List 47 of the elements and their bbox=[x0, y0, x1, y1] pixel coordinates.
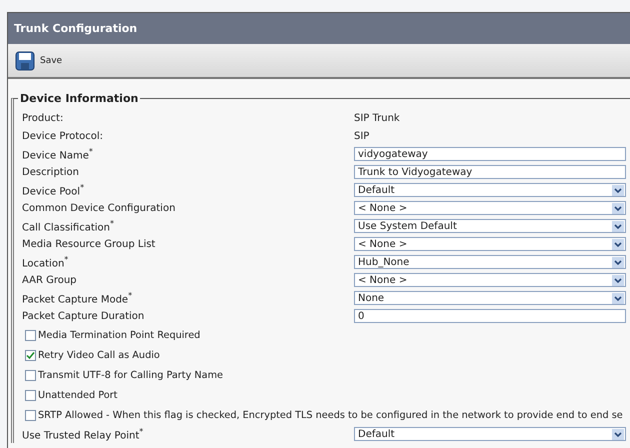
field-label: Location$^{*}$ bbox=[22, 254, 70, 270]
checkbox[interactable] bbox=[25, 370, 36, 380]
field-label: Description bbox=[22, 166, 80, 178]
checkbox[interactable] bbox=[25, 330, 36, 340]
field-value: SIP Trunk bbox=[354, 112, 401, 124]
chevron-down-icon bbox=[612, 292, 624, 304]
checkbox[interactable] bbox=[25, 390, 36, 400]
chevron-down-icon bbox=[612, 274, 624, 286]
field-label: Common Device Configuration bbox=[22, 202, 176, 214]
chevron-down-icon bbox=[612, 256, 624, 268]
field-label: Device Protocol: bbox=[22, 130, 104, 142]
checkbox[interactable] bbox=[25, 410, 36, 420]
dropdown[interactable]: None bbox=[354, 291, 626, 305]
dropdown[interactable]: Default bbox=[354, 427, 626, 441]
field-label: Packet Capture Duration bbox=[22, 310, 146, 322]
field-label: Device Name$^{*}$ bbox=[22, 146, 94, 162]
chevron-down-icon bbox=[612, 184, 624, 196]
checkbox-label: Transmit UTF-8 for Calling Party Name bbox=[38, 370, 223, 380]
save-button[interactable]: Save bbox=[15, 50, 62, 70]
checkbox-label: SRTP Allowed - When this flag is checked, Encrypted TLS needs to be configured in the network to provide end to end se bbox=[38, 410, 623, 420]
dropdown[interactable]: < None > bbox=[354, 273, 626, 287]
checkbox-label: Media Termination Point Required bbox=[38, 330, 200, 340]
chevron-down-icon bbox=[612, 428, 624, 440]
field-label: AAR Group bbox=[22, 274, 78, 286]
section-title: Device Information bbox=[19, 92, 140, 105]
dropdown[interactable]: < None > bbox=[354, 201, 626, 215]
checkbox-label: Retry Video Call as Audio bbox=[38, 350, 160, 360]
window-title: Trunk Configuration bbox=[8, 13, 630, 44]
dropdown[interactable]: < None > bbox=[354, 237, 626, 251]
field-label: Call Classification$^{*}$ bbox=[22, 218, 116, 234]
field-label: Product: bbox=[22, 112, 64, 124]
chevron-down-icon bbox=[612, 220, 624, 232]
chevron-down-icon bbox=[612, 202, 624, 214]
text-field[interactable]: 0 bbox=[354, 309, 626, 323]
field-label: Media Resource Group List bbox=[22, 238, 156, 250]
text-field[interactable]: Trunk to Vidyogateway bbox=[354, 165, 626, 179]
chevron-down-icon bbox=[612, 238, 624, 250]
checkbox-label: Unattended Port bbox=[38, 390, 118, 400]
dropdown[interactable]: Hub_None bbox=[354, 255, 626, 269]
checkbox[interactable] bbox=[25, 350, 36, 360]
field-value: SIP bbox=[354, 130, 370, 142]
dropdown[interactable]: Default bbox=[354, 183, 626, 197]
dropdown[interactable]: Use System Default bbox=[354, 219, 626, 233]
field-label: Use Trusted Relay Point$^{*}$ bbox=[22, 426, 144, 442]
text-field[interactable]: vidyogateway bbox=[354, 147, 626, 161]
field-label: Device Pool$^{*}$ bbox=[22, 182, 86, 198]
field-label: Packet Capture Mode$^{*}$ bbox=[22, 290, 134, 306]
